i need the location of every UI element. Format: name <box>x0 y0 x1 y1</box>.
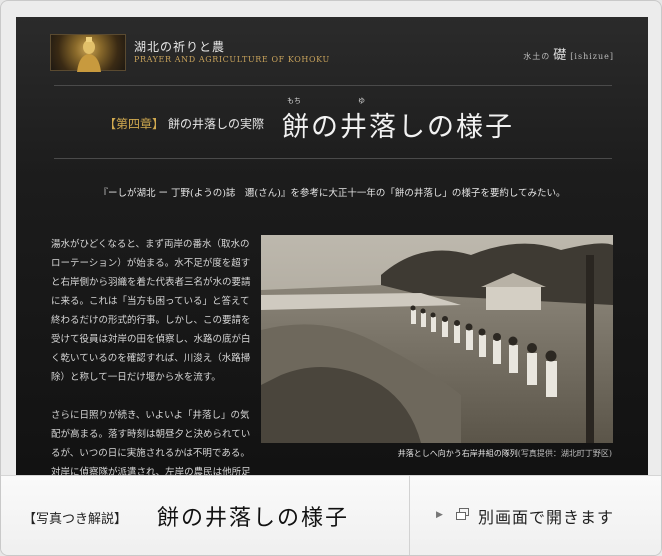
slide-panel: 湖北の祈りと農 PRAYER AND AGRICULTURE OF KOHOKU… <box>16 17 648 475</box>
brand-kanji: 礎 <box>553 48 568 63</box>
brand-logo: 水土の礎 [ishizue] <box>523 44 614 63</box>
chapter-label: 餅の井落しの実際 <box>168 117 265 131</box>
lead-text: 『ーしが湖北 ー 丁野(ようの)誌 邇(さん)』を参考に大正十一年の「餅の井落し… <box>98 188 566 199</box>
open-new-window-label: 別画面で開きます <box>478 508 615 527</box>
article-body: 湯水がひどくなると、まず両岸の番水（取水のローテーション）が始まる。水不足が度を… <box>51 235 251 475</box>
footer-title: 餅の井落しの様子 <box>157 506 350 531</box>
footer-tag: 【写真つき解説】 <box>23 512 128 527</box>
divider <box>54 85 612 86</box>
buddha-statue-image <box>50 34 126 72</box>
caption-text: 井落としへ向かう右岸井組の隊列 <box>397 449 518 458</box>
paragraph: さらに日照りが続き、いよいよ「井落し」の気配が高まる。落す時刻は朝昼夕と決められ… <box>51 410 251 475</box>
historical-photo <box>261 235 613 443</box>
brand-prefix: 水土の <box>523 52 551 61</box>
brand-suffix: [ishizue] <box>570 52 614 61</box>
photo-credit: (写真提供：湖北町丁野区) <box>517 449 612 458</box>
bottom-title-bar: 【写真つき解説】 餅の井落しの様子 <box>1 475 410 555</box>
chapter-tag: 【第四章】 <box>104 117 165 131</box>
play-arrow-icon: ▶ <box>436 510 443 520</box>
divider <box>54 158 612 159</box>
paragraph: 湯水がひどくなると、まず両岸の番水（取水のローテーション）が始まる。水不足が度を… <box>51 239 251 383</box>
open-new-window-button[interactable]: ▶ 別画面で開きます <box>410 475 661 555</box>
new-window-icon <box>456 508 469 520</box>
site-title: 湖北の祈りと農 <box>134 40 226 54</box>
site-subtitle: PRAYER AND AGRICULTURE OF KOHOKU <box>134 55 330 64</box>
photo-caption: 井落としへ向かう右岸井組の隊列(写真提供：湖北町丁野区) <box>398 448 612 459</box>
chapter-heading: 【第四章】 餅の井落しの実際 <box>104 115 264 132</box>
page-title: 餅の井落しの様子 <box>282 112 514 143</box>
page-frame: 湖北の祈りと農 PRAYER AND AGRICULTURE OF KOHOKU… <box>0 0 662 556</box>
